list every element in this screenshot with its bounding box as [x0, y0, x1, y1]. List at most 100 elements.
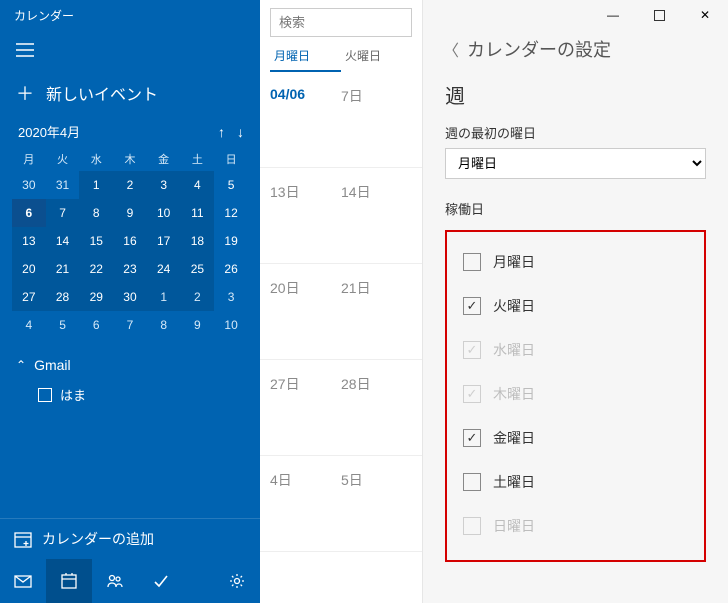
workday-row: 日曜日 — [461, 504, 690, 548]
gear-icon — [228, 572, 246, 590]
mini-day[interactable]: 4 — [181, 171, 215, 199]
mini-day[interactable]: 14 — [46, 227, 80, 255]
mini-day[interactable]: 28 — [46, 283, 80, 311]
search-input[interactable] — [270, 8, 412, 37]
workday-checkbox[interactable]: ✓ — [463, 429, 481, 447]
mini-day[interactable]: 10 — [214, 311, 248, 339]
back-button[interactable]: 〈 — [443, 37, 459, 61]
mini-day[interactable]: 11 — [181, 199, 215, 227]
workday-checkbox: ✓ — [463, 385, 481, 403]
mini-day[interactable]: 19 — [214, 227, 248, 255]
mini-day[interactable]: 3 — [147, 171, 181, 199]
day-cell[interactable]: 27日 — [270, 374, 341, 441]
week-row: 04/067日 — [260, 72, 422, 168]
hamburger-button[interactable] — [0, 30, 260, 70]
mini-day[interactable]: 29 — [79, 283, 113, 311]
mini-day[interactable]: 6 — [12, 199, 46, 227]
day-cell[interactable]: 20日 — [270, 278, 341, 345]
calendar-add-icon — [14, 530, 32, 548]
sidebar: カレンダー ＋ 新しいイベント 2020年4月 ↑ ↓ 月火水木金土日30311… — [0, 0, 260, 603]
section-week: 週 — [423, 76, 728, 119]
mini-day[interactable]: 9 — [113, 199, 147, 227]
mini-day[interactable]: 13 — [12, 227, 46, 255]
day-cell[interactable]: 14日 — [341, 182, 412, 249]
mini-day[interactable]: 30 — [12, 171, 46, 199]
calendar-checkbox[interactable] — [38, 388, 52, 402]
workday-checkbox[interactable]: ✓ — [463, 297, 481, 315]
minimize-button[interactable]: — — [590, 0, 636, 30]
workday-row: ✓金曜日 — [461, 416, 690, 460]
mini-day[interactable]: 6 — [79, 311, 113, 339]
settings-button[interactable] — [214, 559, 260, 603]
mini-day[interactable]: 1 — [147, 283, 181, 311]
bottom-bar — [0, 559, 260, 603]
day-cell[interactable]: 21日 — [341, 278, 412, 345]
mini-day[interactable]: 22 — [79, 255, 113, 283]
day-cell[interactable]: 7日 — [341, 86, 412, 153]
app-title: カレンダー — [0, 0, 260, 30]
mini-day[interactable]: 7 — [113, 311, 147, 339]
mini-day[interactable]: 5 — [46, 311, 80, 339]
day-column-header[interactable]: 火曜日 — [341, 41, 412, 72]
add-calendar-button[interactable]: カレンダーの追加 — [0, 518, 260, 559]
mini-day[interactable]: 18 — [181, 227, 215, 255]
day-cell[interactable]: 04/06 — [270, 86, 341, 153]
mini-day[interactable]: 23 — [113, 255, 147, 283]
mini-dow: 水 — [79, 147, 113, 171]
new-event-label: 新しいイベント — [46, 81, 158, 105]
new-event-button[interactable]: ＋ 新しいイベント — [0, 70, 260, 122]
workday-label: 日曜日 — [493, 516, 535, 536]
mini-day[interactable]: 4 — [12, 311, 46, 339]
close-button[interactable]: ✕ — [682, 0, 728, 30]
day-cell[interactable]: 28日 — [341, 374, 412, 441]
mini-day[interactable]: 7 — [46, 199, 80, 227]
mini-dow: 土 — [181, 147, 215, 171]
mini-day[interactable]: 21 — [46, 255, 80, 283]
todo-button[interactable] — [138, 559, 184, 603]
first-day-label: 週の最初の曜日 — [423, 119, 728, 148]
mini-day[interactable]: 30 — [113, 283, 147, 311]
calendar-list-item[interactable]: はま — [0, 379, 260, 410]
mini-day[interactable]: 26 — [214, 255, 248, 283]
mini-day[interactable]: 15 — [79, 227, 113, 255]
account-label: Gmail — [34, 357, 71, 373]
mini-day[interactable]: 27 — [12, 283, 46, 311]
mini-day[interactable]: 2 — [181, 283, 215, 311]
month-next-button[interactable]: ↓ — [237, 124, 244, 140]
mini-day[interactable]: 1 — [79, 171, 113, 199]
mini-day[interactable]: 20 — [12, 255, 46, 283]
maximize-button[interactable] — [636, 0, 682, 30]
mini-day[interactable]: 12 — [214, 199, 248, 227]
mini-day[interactable]: 25 — [181, 255, 215, 283]
people-button[interactable] — [92, 559, 138, 603]
mail-button[interactable] — [0, 559, 46, 603]
mini-calendar: 月火水木金土日303112345678910111213141516171819… — [0, 147, 260, 339]
day-cell[interactable]: 5日 — [341, 470, 412, 537]
mini-day[interactable]: 3 — [214, 283, 248, 311]
mini-day[interactable]: 8 — [147, 311, 181, 339]
maximize-icon — [654, 10, 665, 21]
calendar-name: はま — [60, 385, 86, 404]
workday-checkbox — [463, 517, 481, 535]
month-prev-button[interactable]: ↑ — [218, 124, 225, 140]
mini-day[interactable]: 9 — [181, 311, 215, 339]
mini-day[interactable]: 17 — [147, 227, 181, 255]
mini-day[interactable]: 24 — [147, 255, 181, 283]
day-cell[interactable]: 4日 — [270, 470, 341, 537]
workday-checkbox[interactable] — [463, 473, 481, 491]
mini-day[interactable]: 5 — [214, 171, 248, 199]
mini-day[interactable]: 16 — [113, 227, 147, 255]
mini-day[interactable]: 2 — [113, 171, 147, 199]
account-toggle[interactable]: ⌃ Gmail — [0, 339, 260, 379]
day-column-header[interactable]: 月曜日 — [270, 41, 341, 72]
calendar-button[interactable] — [46, 559, 92, 603]
workday-label: 木曜日 — [493, 384, 535, 404]
day-cell[interactable]: 13日 — [270, 182, 341, 249]
settings-panel: — ✕ 〈 カレンダーの設定 週 週の最初の曜日 月曜日 稼働日 月曜日✓火曜日… — [423, 0, 728, 603]
hamburger-icon — [16, 43, 34, 57]
first-day-select[interactable]: 月曜日 — [445, 148, 706, 179]
mini-day[interactable]: 10 — [147, 199, 181, 227]
workday-checkbox[interactable] — [463, 253, 481, 271]
mini-day[interactable]: 8 — [79, 199, 113, 227]
mini-day[interactable]: 31 — [46, 171, 80, 199]
